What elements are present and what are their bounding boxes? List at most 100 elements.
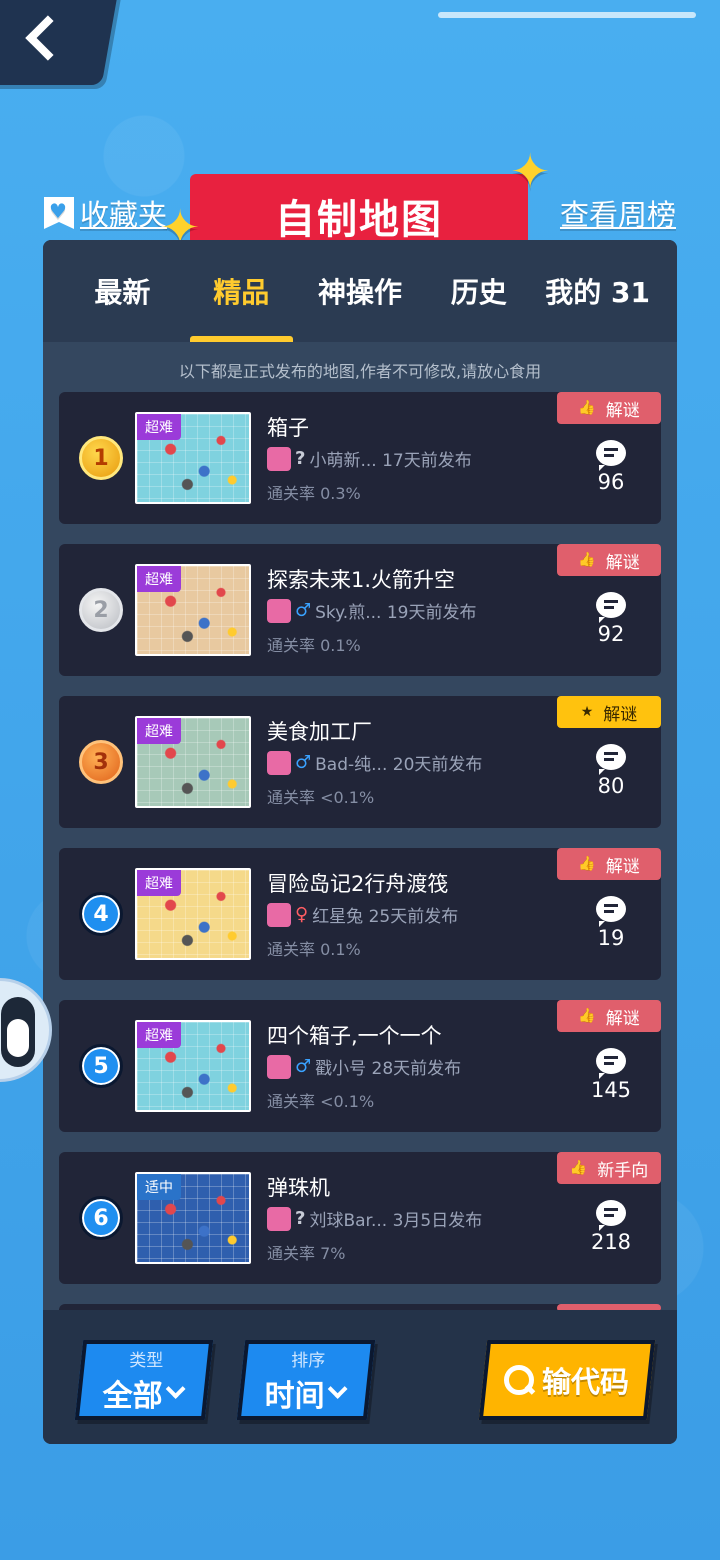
notice-text: 以下都是正式发布的地图,作者不可修改,请放心食用	[178, 362, 542, 381]
author-row[interactable]: ♀ 红星兔 25天前发布	[267, 902, 458, 927]
author-avatar	[267, 902, 291, 927]
tab-featured[interactable]: 精品	[182, 240, 301, 342]
category-tag: ★ 解谜	[557, 696, 661, 728]
weekly-ranking-link[interactable]: 查看周榜	[560, 192, 676, 234]
comment-count: 145	[590, 1078, 632, 1102]
chevron-down-icon	[327, 1378, 348, 1399]
comments-button[interactable]: 19	[581, 896, 641, 950]
type-filter-label: 类型	[129, 1350, 164, 1371]
gender-icon: ♂	[295, 1056, 312, 1077]
map-card[interactable]: 6 适中 弹珠机 ? 刘球Bar... 3月5日发布 通关率 7% 👍 新手向 …	[59, 1152, 661, 1284]
author-row[interactable]: ♂ Bad-纯... 20天前发布	[267, 750, 482, 775]
speech-bubble-icon	[596, 440, 626, 471]
speech-bubble-icon	[596, 592, 626, 623]
difficulty-badge: 超难	[137, 566, 181, 592]
type-filter-button[interactable]: 类型 全部	[74, 1340, 214, 1420]
tab-bar: 最新 精品 神操作 历史 我的 31	[43, 240, 677, 342]
comments-button[interactable]: 92	[581, 592, 641, 646]
thumbs-up-icon: 👍	[578, 552, 596, 568]
back-chevron-icon	[25, 15, 71, 61]
map-card[interactable]: 2 超难 探索未来1.火箭升空 ♂ Sky.煎... 19天前发布 通关率 0.…	[59, 544, 661, 676]
difficulty-badge: 适中	[137, 1174, 181, 1200]
map-title: 冒险岛记2行舟渡筏	[267, 872, 449, 896]
comment-count: 218	[590, 1230, 632, 1254]
author-avatar	[267, 446, 291, 471]
difficulty-badge: 超难	[137, 718, 181, 744]
favorites-link[interactable]: 收藏夹	[44, 192, 167, 234]
favorites-label: 收藏夹	[80, 198, 168, 232]
category-tag: 👍 解谜	[557, 392, 661, 424]
author-avatar	[267, 1206, 291, 1231]
category-tag-label: 解谜	[605, 856, 640, 877]
map-thumbnail[interactable]: 超难	[135, 564, 251, 656]
map-title: 美食加工厂	[267, 720, 372, 744]
category-tag: 👍 新手向	[557, 1152, 661, 1184]
category-tag-label: 解谜	[605, 400, 640, 421]
difficulty-badge: 超难	[137, 414, 181, 440]
map-card[interactable]: 5 超难 四个箱子,一个一个 ♂ 戳小号 28天前发布 通关率 <0.1% 👍 …	[59, 1000, 661, 1132]
category-tag: 👍 解谜	[557, 848, 661, 880]
rank-badge: 2	[79, 588, 123, 632]
map-thumbnail[interactable]: 超难	[135, 868, 251, 960]
map-thumbnail[interactable]: 适中	[135, 1172, 251, 1264]
author-info: 红星兔 25天前发布	[312, 907, 459, 927]
category-tag-label: 解谜	[603, 704, 638, 725]
map-card[interactable]: 1 超难 箱子 ? 小萌新... 17天前发布 通关率 0.3% 👍 解谜 96	[59, 392, 661, 524]
category-tag-label: 新手向	[597, 1160, 649, 1181]
tab-mine[interactable]: 我的 31	[538, 240, 657, 342]
star-icon: ★	[580, 704, 594, 720]
enter-code-button[interactable]: 输代码	[478, 1340, 656, 1420]
clear-rate: 通关率 0.3%	[267, 484, 361, 503]
author-row[interactable]: ? 小萌新... 17天前发布	[267, 446, 472, 471]
back-button[interactable]	[0, 0, 119, 85]
map-title: 探索未来1.火箭升空	[267, 568, 456, 592]
gender-icon: ♀	[295, 904, 309, 925]
rank-badge: 5	[79, 1044, 123, 1088]
author-info: 刘球Bar... 3月5日发布	[309, 1211, 483, 1231]
category-tag: 👍 解谜	[557, 1000, 661, 1032]
map-thumbnail[interactable]: 超难	[135, 412, 251, 504]
author-info: Sky.煎... 19天前发布	[315, 603, 477, 623]
map-list[interactable]: 1 超难 箱子 ? 小萌新... 17天前发布 通关率 0.3% 👍 解谜 96…	[59, 392, 661, 1310]
author-row[interactable]: ? 刘球Bar... 3月5日发布	[267, 1206, 482, 1231]
thumbs-up-icon: 👍	[578, 856, 596, 872]
clear-rate: 通关率 7%	[267, 1244, 346, 1263]
comments-button[interactable]: 96	[581, 440, 641, 494]
map-card[interactable]: 3 超难 美食加工厂 ♂ Bad-纯... 20天前发布 通关率 <0.1% ★…	[59, 696, 661, 828]
author-avatar	[267, 750, 291, 775]
tab-great-moves[interactable]: 神操作	[301, 240, 420, 342]
map-thumbnail[interactable]: 超难	[135, 716, 251, 808]
rank-badge: 1	[79, 436, 123, 480]
map-title: 箱子	[267, 416, 309, 440]
tab-history[interactable]: 历史	[419, 240, 538, 342]
speech-bubble-icon	[596, 896, 626, 927]
comments-button[interactable]: 80	[581, 744, 641, 798]
map-title: 弹珠机	[267, 1176, 330, 1200]
comments-button[interactable]: 145	[581, 1048, 641, 1102]
map-panel: 最新 精品 神操作 历史 我的 31 以下都是正式发布的地图,作者不可修改,请放…	[43, 240, 677, 1444]
author-row[interactable]: ♂ Sky.煎... 19天前发布	[267, 598, 476, 623]
comment-count: 96	[597, 470, 625, 494]
category-tag-label: 解谜	[605, 1008, 640, 1029]
map-thumbnail[interactable]: 超难	[135, 1020, 251, 1112]
author-row[interactable]: ♂ 戳小号 28天前发布	[267, 1054, 461, 1079]
type-filter-value: 全部	[102, 1378, 163, 1414]
sort-button[interactable]: 排序 时间	[236, 1340, 376, 1420]
gender-icon: ♂	[295, 752, 312, 773]
home-indicator	[438, 12, 696, 18]
clear-rate: 通关率 0.1%	[267, 940, 361, 959]
map-card[interactable]: 4 超难 冒险岛记2行舟渡筏 ♀ 红星兔 25天前发布 通关率 0.1% 👍 解…	[59, 848, 661, 980]
thumbs-up-icon: 👍	[578, 400, 596, 416]
search-icon	[504, 1365, 534, 1395]
rank-badge: 4	[79, 892, 123, 936]
thumbs-up-icon: 👍	[569, 1160, 588, 1176]
comments-button[interactable]: 218	[581, 1200, 641, 1254]
thumbs-up-icon: 👍	[578, 1008, 596, 1024]
tab-latest[interactable]: 最新	[63, 240, 182, 342]
chevron-down-icon	[165, 1378, 186, 1399]
author-info: 小萌新... 17天前发布	[309, 451, 472, 471]
enter-code-label: 输代码	[542, 1365, 630, 1399]
author-info: 戳小号 28天前发布	[315, 1059, 462, 1079]
gender-icon: ♂	[295, 600, 312, 621]
author-avatar	[267, 598, 291, 623]
